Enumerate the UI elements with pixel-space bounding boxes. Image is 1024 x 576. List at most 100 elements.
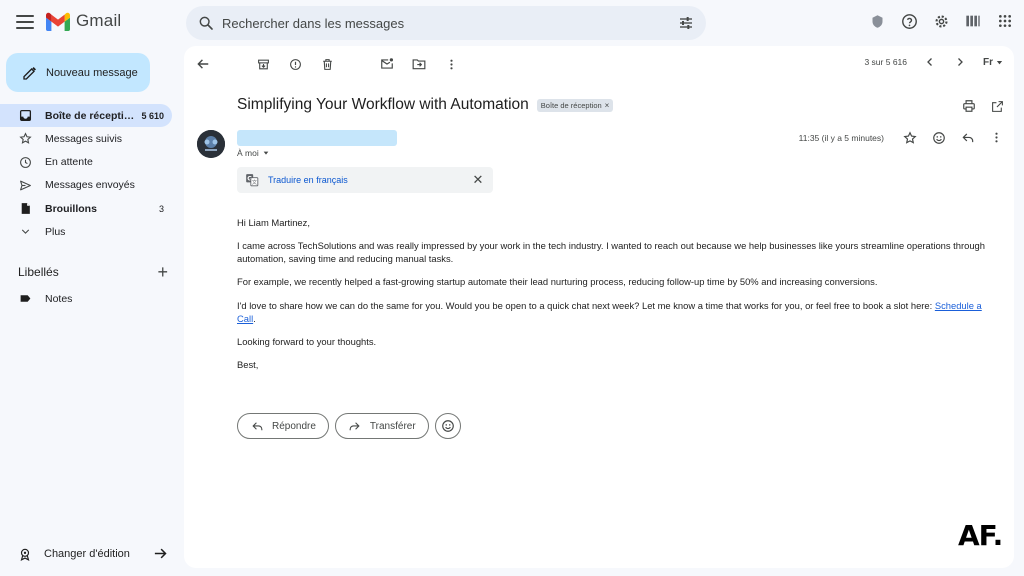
sidebar-item-label: Messages envoyés bbox=[45, 179, 135, 192]
draft-icon bbox=[18, 202, 32, 216]
body-paragraph: For example, we recently helped a fast-g… bbox=[237, 276, 878, 288]
translate-banner: G文 Traduire en français ✕ bbox=[237, 167, 493, 193]
gmail-logo[interactable]: Gmail bbox=[46, 11, 121, 31]
mark-unread-icon[interactable] bbox=[380, 57, 394, 71]
sidebar-item-label: En attente bbox=[45, 156, 93, 169]
sidebar-item-notes[interactable]: Notes bbox=[0, 287, 172, 310]
workspace-icon[interactable] bbox=[964, 12, 982, 30]
emoji-reaction-button[interactable] bbox=[434, 413, 461, 439]
body-closing: Looking forward to your thoughts. bbox=[237, 335, 377, 347]
body-text-span: I'd love to share how we can do the same… bbox=[237, 299, 935, 311]
sidebar-item-inbox[interactable]: Boîte de récepti… 5 610 bbox=[0, 104, 172, 127]
move-to-folder-icon[interactable] bbox=[412, 57, 426, 71]
message-time: 11:35 (il y a 5 minutes) bbox=[798, 132, 884, 143]
subject-row: Simplifying Your Workflow with Automatio… bbox=[237, 96, 614, 114]
recipient-details[interactable]: À moi bbox=[237, 148, 270, 158]
chevron-down-icon bbox=[18, 225, 32, 239]
search-bar[interactable] bbox=[186, 6, 706, 40]
caret-down-icon bbox=[263, 151, 269, 155]
remove-label-button[interactable]: × bbox=[605, 101, 610, 110]
compose-button[interactable]: Nouveau message bbox=[6, 53, 150, 92]
avatar-image bbox=[197, 130, 225, 158]
message-subject: Simplifying Your Workflow with Automatio… bbox=[237, 96, 529, 113]
app-name: Gmail bbox=[76, 11, 122, 30]
page-counter: 3 sur 5 616 bbox=[864, 57, 907, 67]
help-icon[interactable] bbox=[900, 12, 918, 30]
send-icon bbox=[18, 178, 32, 192]
close-translate-button[interactable]: ✕ bbox=[471, 172, 485, 188]
sidebar-item-label: Messages suivis bbox=[45, 132, 123, 145]
gmail-m-icon bbox=[46, 12, 70, 31]
labels-header: Libellés + bbox=[18, 263, 168, 281]
arrow-right-icon[interactable] bbox=[153, 546, 168, 561]
body-signoff: Best, bbox=[237, 358, 259, 370]
sidebar-item-sent[interactable]: Messages envoyés bbox=[0, 174, 172, 197]
search-input[interactable] bbox=[222, 15, 678, 31]
message-meta: 11:35 (il y a 5 minutes) bbox=[799, 130, 1004, 145]
more-vert-icon[interactable] bbox=[444, 57, 458, 71]
sender-avatar[interactable] bbox=[197, 130, 225, 158]
body-text-span: . bbox=[253, 312, 256, 324]
archive-icon[interactable] bbox=[256, 57, 270, 71]
main-menu-button[interactable] bbox=[16, 13, 34, 31]
emoji-icon bbox=[441, 420, 454, 432]
more-vert-icon[interactable] bbox=[989, 130, 1004, 145]
search-icon[interactable] bbox=[198, 15, 214, 31]
print-icon[interactable] bbox=[962, 99, 976, 113]
unread-count: 5 610 bbox=[141, 110, 164, 121]
report-spam-icon[interactable] bbox=[288, 57, 302, 71]
forward-label: Transférer bbox=[369, 420, 416, 432]
top-bar: Gmail bbox=[0, 0, 1024, 46]
message-body: Hi Liam Martinez, I came across TechSolu… bbox=[237, 216, 997, 381]
reply-icon bbox=[250, 419, 264, 433]
gemini-shield-icon[interactable] bbox=[868, 12, 886, 30]
compose-label: Nouveau message bbox=[46, 66, 138, 79]
settings-gear-icon[interactable] bbox=[932, 12, 950, 30]
pencil-icon bbox=[23, 66, 36, 80]
chip-label: Boîte de réception bbox=[540, 100, 602, 110]
sidebar-item-starred[interactable]: Messages suivis bbox=[0, 127, 172, 150]
sidebar-item-more[interactable]: Plus bbox=[0, 220, 172, 243]
sidebar-item-label: Notes bbox=[45, 292, 73, 305]
forward-button[interactable]: Transférer bbox=[334, 413, 429, 439]
reply-actions: Répondre Transférer bbox=[237, 413, 461, 439]
emoji-reaction-icon[interactable] bbox=[931, 130, 946, 145]
translate-link[interactable]: Traduire en français bbox=[268, 175, 471, 185]
body-paragraph: I came across TechSolutions and was real… bbox=[237, 240, 985, 265]
chevron-left-icon[interactable] bbox=[923, 55, 937, 69]
chevron-right-icon[interactable] bbox=[953, 55, 967, 69]
reply-label: Répondre bbox=[272, 420, 316, 432]
switch-edition-label: Changer d'édition bbox=[44, 547, 130, 560]
delete-trash-icon[interactable] bbox=[320, 57, 334, 71]
body-paragraph: I'd love to share how we can do the same… bbox=[237, 299, 997, 325]
open-new-window-icon[interactable] bbox=[990, 99, 1004, 113]
clock-icon bbox=[18, 155, 32, 169]
sidebar-item-snoozed[interactable]: En attente bbox=[0, 151, 172, 174]
recipient-label: À moi bbox=[237, 148, 259, 158]
star-icon[interactable] bbox=[902, 130, 917, 145]
folder-list: Boîte de récepti… 5 610 Messages suivis … bbox=[0, 104, 172, 244]
body-greeting: Hi Liam Martinez, bbox=[237, 217, 310, 228]
star-icon bbox=[18, 132, 32, 146]
apps-grid-icon[interactable] bbox=[996, 12, 1014, 30]
inbox-label-chip[interactable]: Boîte de réception × bbox=[536, 98, 614, 112]
back-arrow-icon[interactable] bbox=[196, 57, 210, 71]
label-tag-icon bbox=[18, 292, 32, 306]
sidebar: Nouveau message Boîte de récepti… 5 610 … bbox=[0, 46, 184, 576]
pagination: 3 sur 5 616 Fr bbox=[864, 55, 1004, 69]
add-label-button[interactable]: + bbox=[157, 263, 168, 281]
reply-button[interactable]: Répondre bbox=[237, 413, 329, 439]
forward-icon bbox=[348, 419, 362, 433]
draft-count: 3 bbox=[158, 203, 164, 214]
sidebar-item-label: Boîte de récepti… bbox=[45, 109, 135, 122]
reply-icon[interactable] bbox=[960, 130, 975, 145]
switch-edition-row[interactable]: Changer d'édition bbox=[18, 546, 168, 561]
input-language-button[interactable]: Fr bbox=[983, 57, 1004, 68]
labels-title: Libellés bbox=[18, 265, 59, 279]
search-options-icon[interactable] bbox=[678, 15, 694, 31]
inbox-icon bbox=[18, 109, 32, 123]
af-watermark-logo: AF. bbox=[958, 519, 1003, 552]
sidebar-item-drafts[interactable]: Brouillons 3 bbox=[0, 197, 172, 220]
sidebar-item-label: Brouillons bbox=[45, 202, 97, 215]
badge-icon bbox=[20, 548, 30, 561]
